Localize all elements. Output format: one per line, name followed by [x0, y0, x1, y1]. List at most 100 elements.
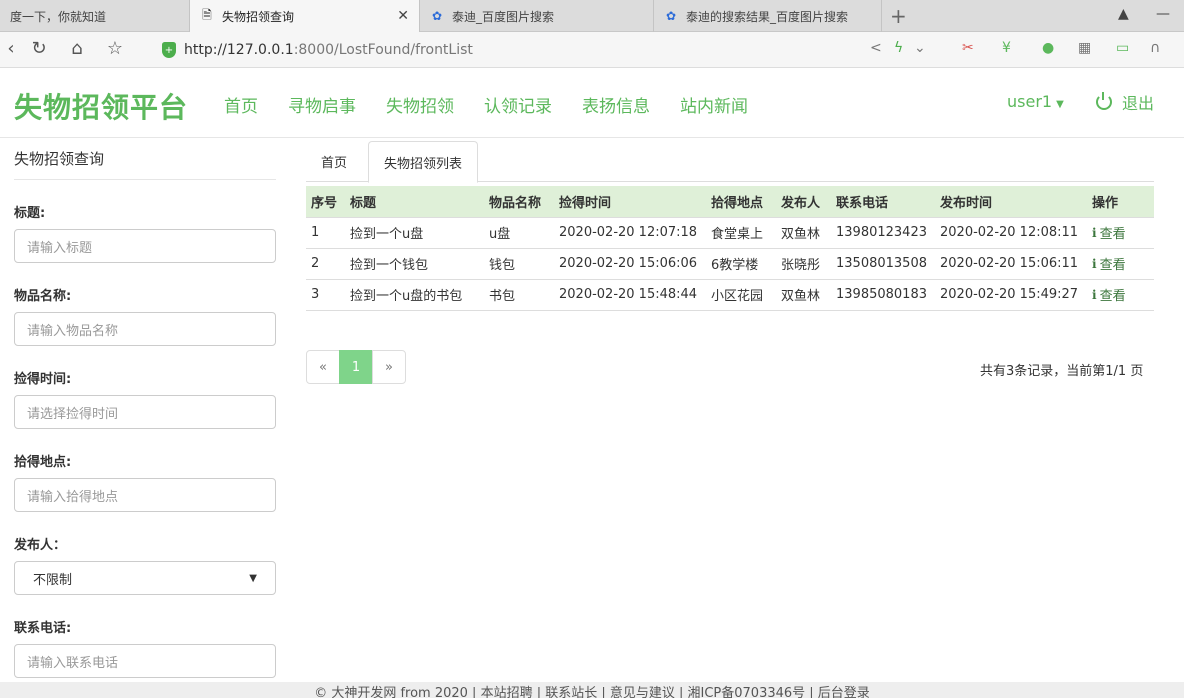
- table-row: 1 捡到一个u盘 u盘 2020-02-20 12:07:18 食堂桌上 双鱼林…: [306, 216, 1154, 248]
- reload-icon[interactable]: ↻: [28, 38, 50, 60]
- browser-tab-title: 泰迪_百度图片搜索: [452, 9, 555, 24]
- new-tab-icon[interactable]: +: [890, 4, 907, 28]
- site-brand[interactable]: 失物招领平台: [14, 86, 188, 126]
- cell-publisher: 双鱼林: [776, 278, 831, 311]
- col-header: 操作: [1087, 186, 1154, 217]
- cell-action: i 查看: [1087, 216, 1154, 248]
- cell-pickup-place: 食堂桌上: [706, 216, 776, 248]
- url-field[interactable]: + http://127.0.0.1 :8000/LostFound/front…: [162, 38, 852, 62]
- user-menu[interactable]: user1 ▼: [1007, 92, 1064, 111]
- prev-page-button[interactable]: «: [306, 350, 340, 384]
- cell-index: 3: [306, 278, 345, 311]
- cell-item-name: 书包: [484, 278, 554, 311]
- col-header: 序号: [306, 186, 345, 217]
- item-name-input[interactable]: 请输入物品名称: [14, 312, 276, 346]
- title-label: 标题:: [14, 206, 46, 221]
- title-input[interactable]: 请输入标题: [14, 229, 276, 263]
- nav-home[interactable]: 首页: [224, 92, 258, 117]
- minimize-icon[interactable]: —: [1156, 6, 1170, 22]
- cell-action: i 查看: [1087, 247, 1154, 279]
- cell-action: i 查看: [1087, 278, 1154, 311]
- nav-site-news[interactable]: 站内新闻: [680, 92, 748, 117]
- cell-title: 捡到一个钱包: [345, 247, 484, 279]
- cell-pickup-place: 小区花园: [706, 278, 776, 311]
- page-1-button[interactable]: 1: [339, 350, 373, 384]
- battery-icon[interactable]: ▭: [1116, 40, 1129, 56]
- address-bar: ‹ ↻ ⌂ ☆ + http://127.0.0.1 :8000/LostFou…: [0, 32, 1184, 68]
- publisher-select[interactable]: 不限制 ▼: [14, 561, 276, 595]
- logout-label: 退出: [1122, 94, 1155, 113]
- info-icon: i: [1092, 256, 1097, 271]
- publisher-value: 不限制: [33, 572, 73, 588]
- pickup-place-label: 拾得地点:: [14, 455, 72, 470]
- cell-phone: 13508013508: [831, 247, 935, 279]
- browser-tab-active[interactable]: 🗎 失物招领查询 ✕: [190, 0, 420, 32]
- shirt-icon[interactable]: ▲: [1118, 6, 1129, 22]
- cell-publish-time: 2020-02-20 15:49:27: [935, 278, 1087, 311]
- extension-icon[interactable]: ●: [1042, 40, 1054, 56]
- bookmark-star-icon[interactable]: ☆: [104, 38, 126, 60]
- top-nav: 首页 寻物启事 失物招领 认领记录 表扬信息 站内新闻: [224, 92, 778, 117]
- view-label: 查看: [1099, 227, 1126, 242]
- pickup-place-input[interactable]: 请输入拾得地点: [14, 478, 276, 512]
- table-header-row: 序号 标题 物品名称 捡得时间 拾得地点 发布人 联系电话 发布时间 操作: [306, 186, 1154, 217]
- secure-shield-icon: +: [162, 42, 176, 58]
- phone-input[interactable]: 请输入联系电话: [14, 644, 276, 678]
- nav-praise-info[interactable]: 表扬信息: [582, 92, 650, 117]
- browser-tab-title: 泰迪的搜索结果_百度图片搜索: [686, 9, 849, 24]
- browser-tabstrip: 度一下，你就知道 🗎 失物招领查询 ✕ ✿ 泰迪_百度图片搜索 ✿ 泰迪的搜索结…: [0, 0, 1184, 32]
- headphones-icon[interactable]: ∩: [1150, 40, 1160, 56]
- cell-publish-time: 2020-02-20 15:06:11: [935, 247, 1087, 279]
- view-link[interactable]: i 查看: [1092, 254, 1126, 274]
- url-path: :8000/LostFound/frontList: [293, 42, 473, 58]
- page-icon: 🗎: [202, 7, 212, 22]
- browser-tab-baidu[interactable]: 度一下，你就知道: [0, 0, 190, 32]
- pickup-time-input[interactable]: 请选择捡得时间: [14, 395, 276, 429]
- cell-publisher: 张晓彤: [776, 247, 831, 279]
- cell-pickup-time: 2020-02-20 15:06:06: [554, 247, 706, 279]
- home-icon[interactable]: ⌂: [66, 38, 88, 60]
- baidu-paw-icon: ✿: [665, 9, 677, 23]
- site-header: 失物招领平台 首页 寻物启事 失物招领 认领记录 表扬信息 站内新闻 user1…: [0, 68, 1184, 138]
- cell-title: 捡到一个u盘: [345, 216, 484, 248]
- back-icon[interactable]: ‹: [0, 38, 22, 60]
- nav-lost-notice[interactable]: 寻物启事: [288, 92, 356, 117]
- item-name-label: 物品名称:: [14, 289, 72, 304]
- cell-index: 2: [306, 247, 345, 279]
- tab-home[interactable]: 首页: [306, 141, 362, 182]
- view-link[interactable]: i 查看: [1092, 285, 1126, 305]
- col-header: 发布时间: [935, 186, 1087, 217]
- pagination: « 1 »: [306, 350, 406, 384]
- info-icon: i: [1092, 225, 1097, 240]
- cell-title: 捡到一个u盘的书包: [345, 278, 484, 311]
- table-row: 2 捡到一个钱包 钱包 2020-02-20 15:06:06 6教学楼 张晓彤…: [306, 247, 1154, 279]
- money-shield-icon[interactable]: ¥: [1002, 40, 1011, 56]
- chevron-down-icon[interactable]: ⌄: [914, 40, 926, 56]
- close-tab-icon[interactable]: ✕: [397, 8, 409, 24]
- caret-down-icon: ▼: [1056, 99, 1064, 110]
- share-icon[interactable]: <: [870, 40, 882, 56]
- view-link[interactable]: i 查看: [1092, 223, 1126, 243]
- nav-claim-records[interactable]: 认领记录: [484, 92, 552, 117]
- lightning-icon[interactable]: ϟ: [894, 40, 903, 56]
- table-row: 3 捡到一个u盘的书包 书包 2020-02-20 15:48:44 小区花园 …: [306, 278, 1154, 311]
- cell-publish-time: 2020-02-20 12:08:11: [935, 216, 1087, 248]
- url-host: http://127.0.0.1: [184, 42, 294, 58]
- cell-phone: 13985080183: [831, 278, 935, 311]
- browser-tab-search-results[interactable]: ✿ 泰迪的搜索结果_百度图片搜索: [654, 0, 882, 32]
- logout-button[interactable]: 退出: [1096, 90, 1154, 114]
- scissors-icon[interactable]: ✂: [962, 40, 974, 56]
- browser-tab-image-search[interactable]: ✿ 泰迪_百度图片搜索: [420, 0, 654, 32]
- nav-found-items[interactable]: 失物招领: [386, 92, 454, 117]
- cell-item-name: u盘: [484, 216, 554, 248]
- next-page-button[interactable]: »: [372, 350, 406, 384]
- content-tabs: 首页 失物招领列表: [306, 141, 1154, 183]
- pagination-info: 共有3条记录，当前第1/1 页: [980, 364, 1144, 379]
- found-items-table: 序号 标题 物品名称 捡得时间 拾得地点 发布人 联系电话 发布时间 操作 1 …: [306, 186, 1154, 311]
- browser-tab-title: 失物招领查询: [222, 9, 295, 24]
- search-sidebar: 失物招领查询 标题: 请输入标题 物品名称: 请输入物品名称 捡得时间: 请选择…: [14, 138, 276, 698]
- grid-icon[interactable]: ▦: [1078, 40, 1091, 56]
- username: user1: [1007, 92, 1053, 111]
- col-header: 标题: [345, 186, 484, 217]
- tab-found-list[interactable]: 失物招领列表: [368, 141, 479, 183]
